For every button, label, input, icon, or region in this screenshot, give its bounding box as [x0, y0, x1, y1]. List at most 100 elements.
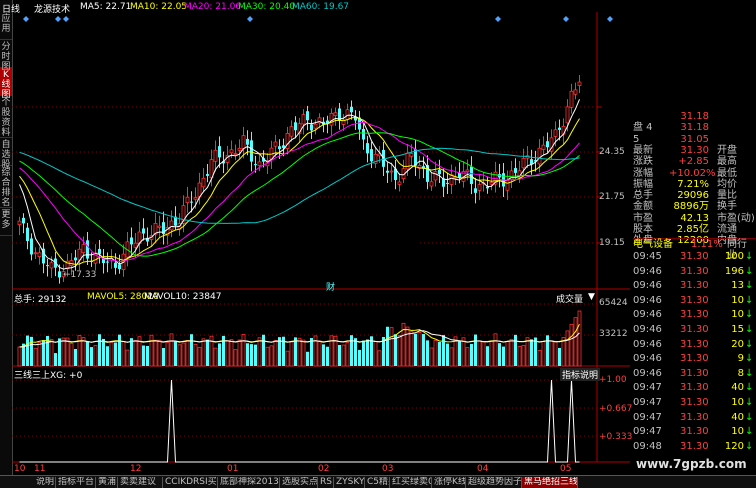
sidebar-item-1[interactable]: 应用 — [0, 12, 12, 40]
date-tick: 11 — [34, 464, 46, 474]
candle-body — [573, 89, 578, 95]
sidebar-item-4[interactable]: 个股资料 — [0, 96, 12, 138]
candle-body — [254, 164, 257, 166]
candle-body — [329, 112, 334, 126]
chart-area — [12, 12, 630, 463]
date-tick: 12 — [130, 464, 142, 474]
arrow-down-icon: ↓ — [745, 338, 754, 350]
stock-title: 龙源技术 — [34, 5, 71, 15]
candle-body — [213, 149, 218, 162]
volume-bar — [405, 326, 410, 367]
indicator-explain-button[interactable]: 指标说明 — [560, 368, 601, 381]
tick-row: 09:47 31.30 40 ↓ — [630, 381, 756, 394]
volume-bar — [190, 334, 193, 366]
volume-tick-1: 65424 — [599, 298, 628, 308]
volume-bar — [86, 341, 89, 366]
volume-panel-selector[interactable]: 成交量 — [556, 292, 583, 305]
candle-body — [106, 261, 109, 263]
quote-label-2: 最低 — [717, 167, 737, 179]
volume-bar — [465, 347, 470, 367]
tab-6[interactable]: 选股实点 — [280, 477, 318, 488]
volume-bar — [350, 335, 353, 366]
candle-body — [81, 244, 86, 254]
sidebar-item-7[interactable]: 更多 — [0, 208, 12, 236]
volume-bar — [162, 348, 165, 366]
volume-bar — [77, 335, 82, 367]
tab-2[interactable]: 黄浦 — [96, 477, 118, 488]
candle-body — [521, 158, 526, 169]
finance-marker[interactable]: 财 — [326, 280, 335, 293]
volume-bar — [213, 347, 218, 367]
tab-11[interactable]: 涨停K线 — [432, 477, 466, 488]
candle-body — [289, 126, 294, 137]
candle-body — [278, 146, 281, 150]
candle-body — [446, 182, 449, 184]
volume-bar — [426, 340, 429, 366]
quote-value: 31.05 — [680, 133, 709, 145]
tab-1[interactable]: 指标平台 — [56, 477, 96, 488]
candle-body — [209, 159, 214, 179]
candle-body — [389, 170, 394, 173]
tab-0[interactable]: 说明 — [34, 477, 56, 488]
volume-bar — [98, 334, 101, 366]
tab-8[interactable]: ZYSKY18 — [334, 477, 365, 488]
chevron-down-icon[interactable]: ▼ — [588, 292, 595, 302]
tick-volume: 10 — [731, 294, 744, 306]
period-label[interactable]: 日线 — [2, 2, 20, 15]
tick-price: 31.30 — [680, 440, 709, 452]
tab-13[interactable]: 黑马绝招三线三 — [522, 477, 578, 488]
volume-bar — [262, 334, 265, 366]
candle-body — [185, 196, 190, 203]
volume-bar — [102, 338, 105, 366]
sidebar-item-2[interactable]: 分时图 — [0, 40, 12, 72]
volume-bar — [301, 339, 306, 367]
volume-bar — [474, 334, 477, 366]
quote-row: 涨跌 +2.85 最高 — [633, 156, 755, 167]
volume-bar — [338, 344, 341, 366]
candle-body — [465, 169, 470, 173]
signal-diamond-icon — [63, 16, 69, 22]
volume-bar — [306, 351, 309, 366]
sidebar-item-5[interactable]: 自选股 — [0, 138, 12, 170]
volume-bar — [81, 337, 86, 367]
volume-bar — [169, 333, 174, 367]
volume-bar — [502, 346, 505, 366]
tick-price: 31.30 — [680, 353, 709, 365]
volume-bar — [254, 344, 257, 366]
tick-price: 31.30 — [680, 382, 709, 394]
sidebar-item-3[interactable]: K线图 — [0, 68, 12, 100]
tab-9[interactable]: C5精买 — [365, 477, 390, 488]
volume-bar — [206, 339, 209, 366]
tab-7[interactable]: RS — [318, 477, 334, 488]
tick-time: 09:46 — [633, 280, 662, 292]
indicator-tick-2: +0.667 — [599, 404, 633, 414]
volume-bar — [477, 340, 482, 367]
sector-row[interactable]: 电气设备 1.11% 同行业 — [633, 238, 755, 261]
date-tick: 02 — [318, 464, 330, 474]
quote-label-2: 开盘 — [717, 144, 737, 156]
volume-bar — [130, 338, 133, 366]
candle-body — [190, 201, 193, 203]
volume-bar — [553, 340, 558, 367]
volume-bar — [26, 335, 29, 366]
quote-label: 市盈 — [633, 212, 653, 224]
quote-label-2: 均价 — [717, 178, 737, 190]
candle-body — [133, 242, 138, 248]
tick-time: 09:48 — [633, 440, 662, 452]
quote-label-2: 换手 — [717, 201, 737, 213]
volume-bar — [377, 350, 382, 367]
tab-4[interactable]: CCIKDRSI买卖 — [163, 477, 218, 488]
candle-body — [310, 124, 313, 131]
volume-bar — [409, 331, 414, 367]
tab-12[interactable]: 超级趋势因子 — [466, 477, 522, 488]
tab-3[interactable]: 卖卖建议 — [118, 477, 163, 488]
candle-body — [397, 181, 402, 185]
tab-10[interactable]: 红买绿卖00 — [390, 477, 432, 488]
date-tick: 05 — [560, 464, 572, 474]
volume-bar — [565, 330, 570, 367]
volume-bars[interactable] — [17, 310, 582, 367]
ma30-label: MA30: 20.40 — [238, 2, 296, 12]
sidebar-item-6[interactable]: 综合排名 — [0, 166, 12, 208]
volume-bar — [438, 341, 441, 366]
tab-5[interactable]: 底部神探2013 — [218, 477, 280, 488]
